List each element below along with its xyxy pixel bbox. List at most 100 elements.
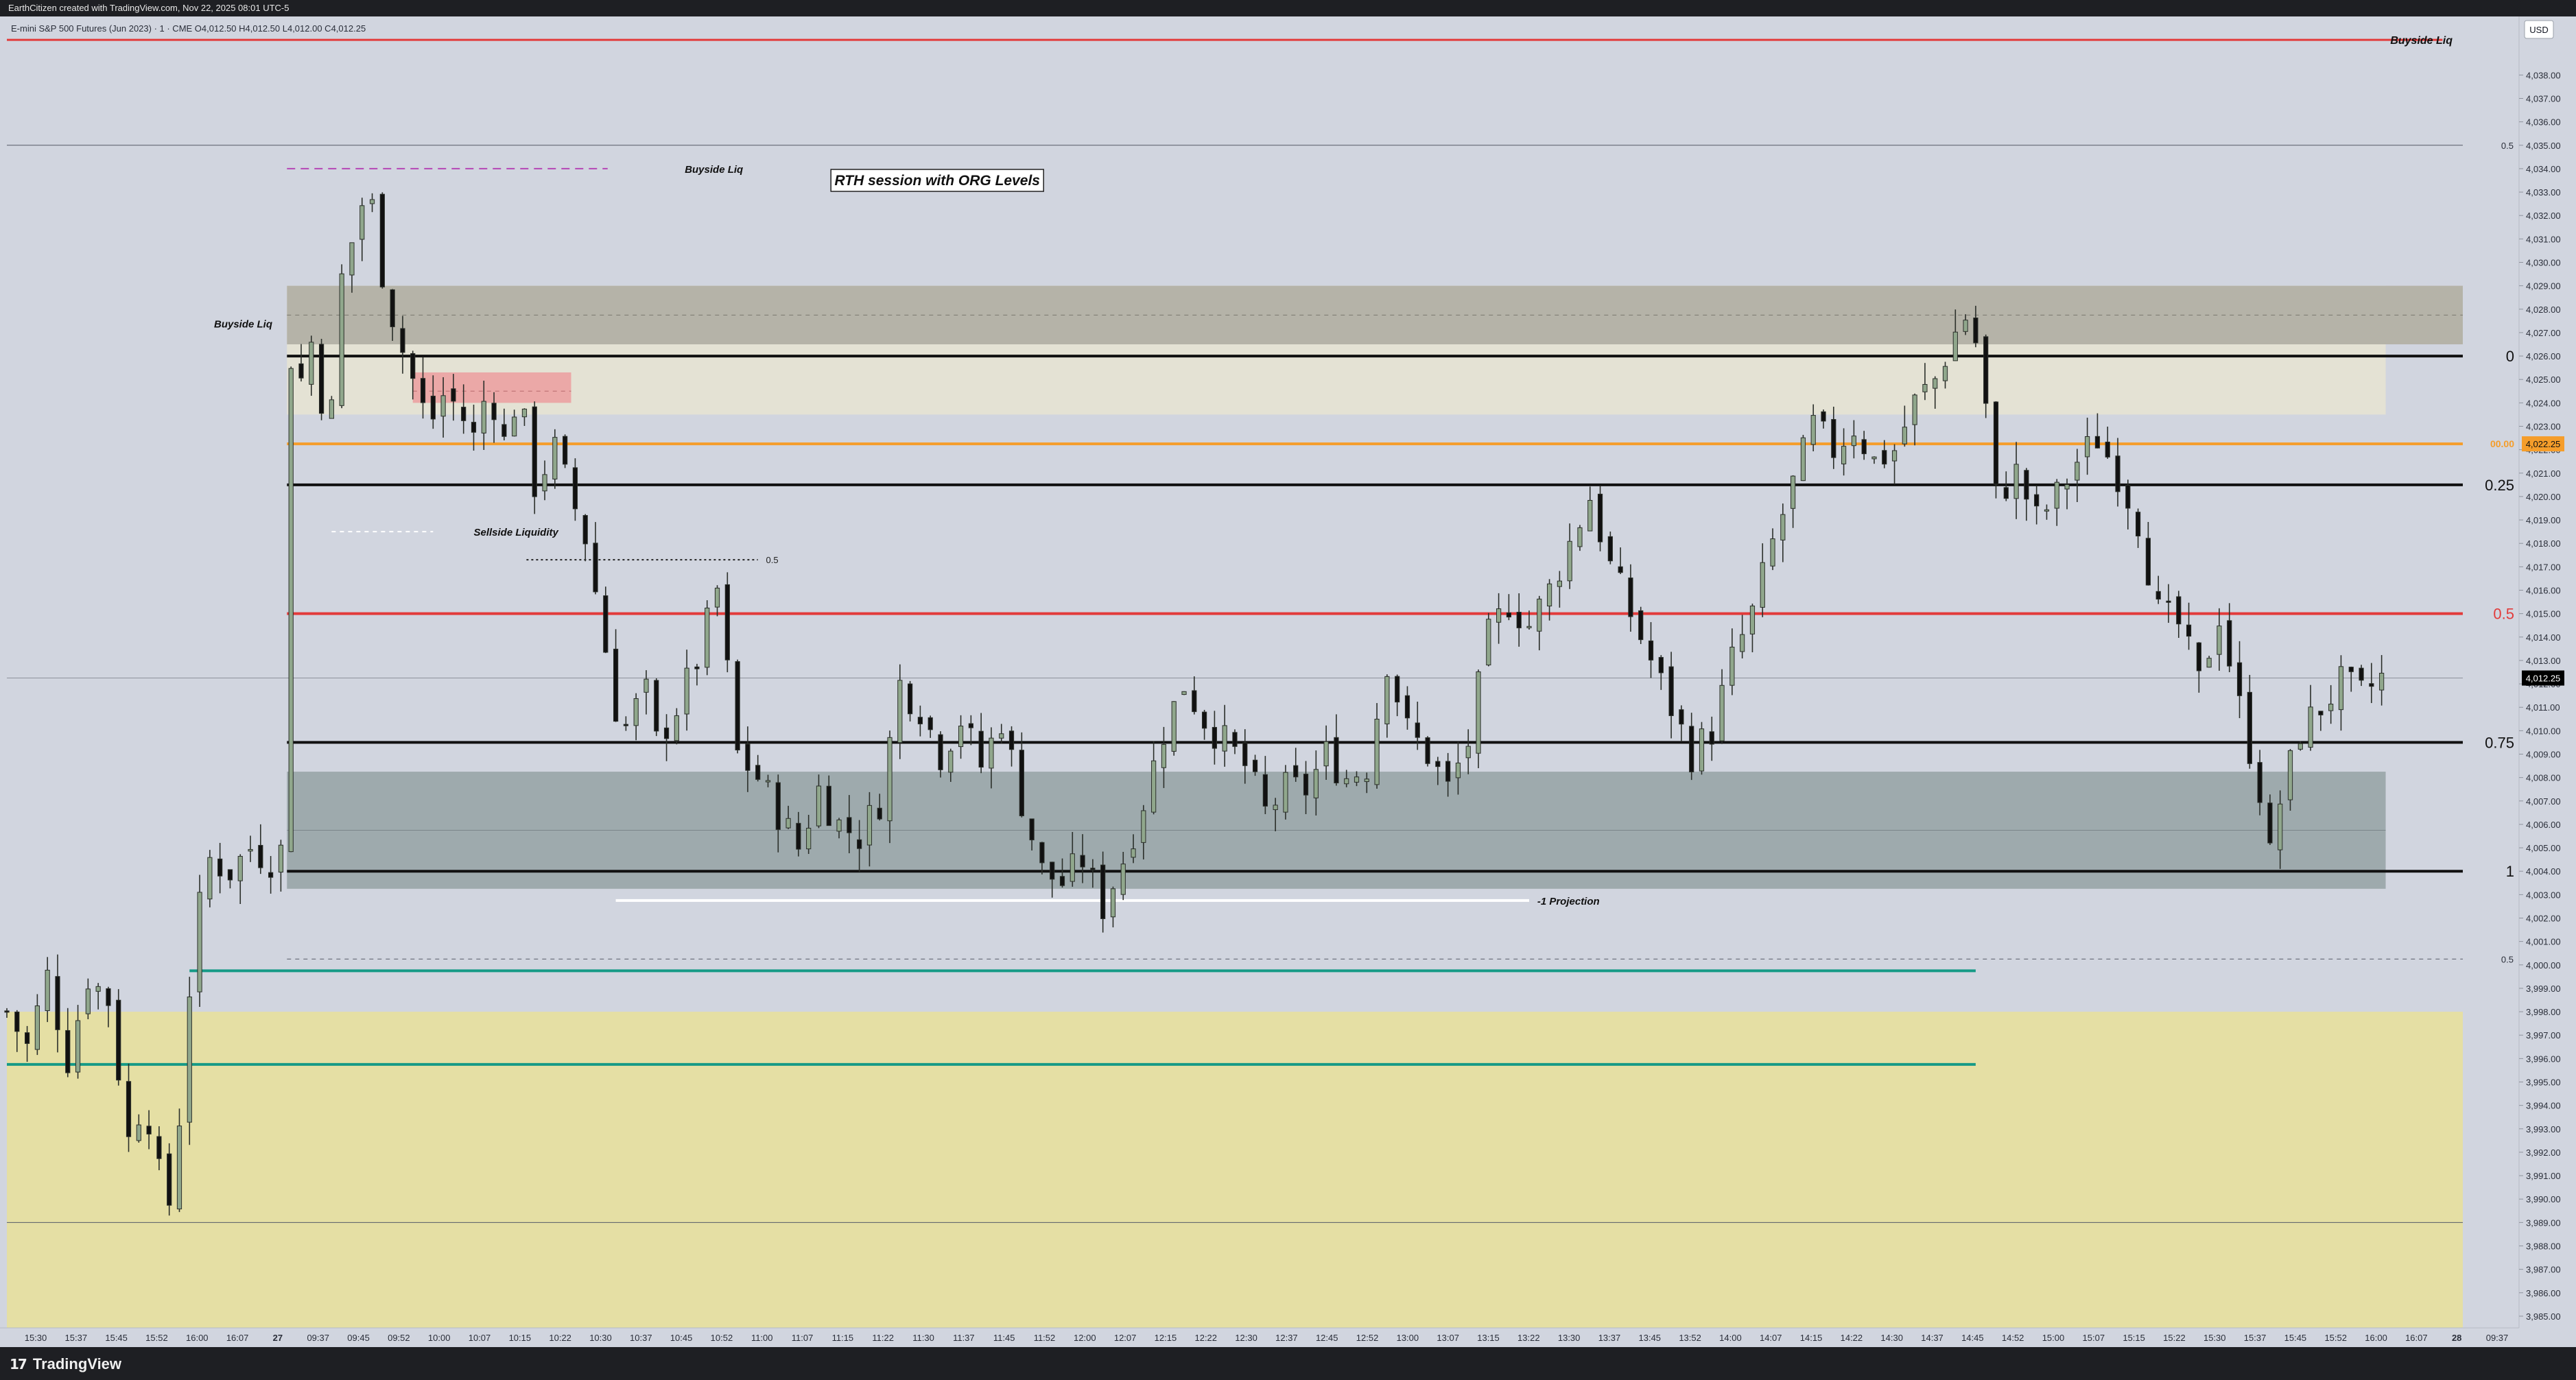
time-tick-label: 10:30 xyxy=(589,1333,612,1343)
price-tick-label: 4,016.00 xyxy=(2526,586,2561,596)
price-tick-label: 4,005.00 xyxy=(2526,843,2561,853)
price-tick-label: 3,989.00 xyxy=(2526,1217,2561,1228)
candle-bearish xyxy=(1668,666,1674,716)
candle-bearish xyxy=(2125,484,2131,509)
candle-bullish xyxy=(1952,331,1958,361)
time-tick-label: 12:30 xyxy=(1235,1333,1257,1343)
candle-bullish xyxy=(1455,762,1461,778)
candle-bearish xyxy=(663,727,670,739)
candle-bearish xyxy=(1080,855,1085,868)
time-tick-label: 11:30 xyxy=(912,1333,934,1343)
time-tick-label: 15:37 xyxy=(2244,1333,2267,1343)
candle-bullish xyxy=(1141,810,1146,843)
candle-bullish xyxy=(948,750,954,773)
price-tick-label: 4,029.00 xyxy=(2526,281,2561,292)
price-tick-label: 4,017.00 xyxy=(2526,562,2561,572)
price-tick-label: 4,020.00 xyxy=(2526,492,2561,502)
candle-bearish xyxy=(106,988,111,1006)
candle-bullish xyxy=(176,1126,182,1210)
tradingview-logo[interactable]: 17 TradingView xyxy=(10,1355,121,1373)
candle-bearish xyxy=(2186,624,2192,637)
candle-bullish xyxy=(633,698,639,726)
candle-bullish xyxy=(1344,778,1349,785)
candle-bearish xyxy=(2003,487,2009,499)
candle-bearish xyxy=(755,765,761,780)
mid-half-label: 0.5 xyxy=(766,555,779,565)
price-chart[interactable]: Buyside Liq Buyside Liq Buyside Liq Sellsid… xyxy=(0,16,2576,1347)
price-tick-label: 4,006.00 xyxy=(2526,820,2561,830)
candle-bullish xyxy=(359,205,365,240)
candle-bearish xyxy=(877,807,882,820)
candle-bullish xyxy=(2075,462,2080,481)
price-tick-label: 4,001.00 xyxy=(2526,937,2561,947)
price-tick-label: 4,035.00 xyxy=(2526,141,2561,151)
candle-bullish xyxy=(1567,540,1572,582)
time-tick-label: 13:22 xyxy=(1517,1333,1540,1343)
candle-bearish xyxy=(1232,732,1238,747)
candle-bearish xyxy=(2227,620,2232,667)
candle-bearish xyxy=(927,717,933,730)
candle-bearish xyxy=(4,1010,10,1013)
org-level-label: 1 xyxy=(2506,863,2514,880)
candle-bearish xyxy=(1090,868,1096,870)
candle-bullish xyxy=(1120,864,1126,895)
candle-bearish xyxy=(1821,411,1826,422)
candle-bearish xyxy=(1293,765,1299,778)
candle-bearish xyxy=(694,666,700,669)
candle-bullish xyxy=(1699,728,1705,772)
price-tick-label: 3,987.00 xyxy=(2526,1265,2561,1275)
candle-bullish xyxy=(1871,456,1877,460)
price-tick-label: 4,002.00 xyxy=(2526,914,2561,924)
price-tick-label: 4,004.00 xyxy=(2526,866,2561,877)
time-tick-label: 12:07 xyxy=(1114,1333,1137,1343)
time-tick-label: 10:52 xyxy=(711,1333,733,1343)
price-tick-label: 4,030.00 xyxy=(2526,258,2561,268)
candle-bearish xyxy=(2145,538,2151,586)
candle-bullish xyxy=(288,368,294,853)
candle-bullish xyxy=(1161,743,1167,768)
time-tick-label: 15:15 xyxy=(2123,1333,2145,1343)
time-tick-label: 11:15 xyxy=(832,1333,854,1343)
price-tick-label: 3,985.00 xyxy=(2526,1311,2561,1322)
candle-bullish xyxy=(1283,772,1288,813)
price-tick-label: 4,000.00 xyxy=(2526,960,2561,971)
candle-bullish xyxy=(1151,760,1157,813)
candle-bearish xyxy=(410,353,416,379)
time-tick-label: 14:52 xyxy=(2002,1333,2024,1343)
time-tick-label: 15:00 xyxy=(2042,1333,2065,1343)
price-tick-label: 3,993.00 xyxy=(2526,1124,2561,1134)
time-tick-label: 09:52 xyxy=(388,1333,410,1343)
candle-bullish xyxy=(1171,701,1177,752)
candle-bullish xyxy=(542,474,547,492)
price-tick-label: 4,027.00 xyxy=(2526,328,2561,338)
time-tick-label: 16:00 xyxy=(2365,1333,2387,1343)
branding-footer: 17 TradingView xyxy=(0,1347,2576,1380)
candle-bullish xyxy=(1729,646,1735,686)
org-level-label: 0 xyxy=(2506,348,2514,365)
org-level-label: 0.75 xyxy=(2485,734,2514,751)
candle-bearish xyxy=(1607,536,1613,562)
time-tick-label: 10:22 xyxy=(549,1333,571,1343)
candle-bullish xyxy=(1110,888,1116,918)
price-tick-label: 3,988.00 xyxy=(2526,1241,2561,1252)
candle-bullish xyxy=(2338,666,2344,711)
candle-bullish xyxy=(481,401,486,433)
candle-bullish xyxy=(2379,672,2385,691)
candle-bullish xyxy=(552,437,558,479)
order-block xyxy=(412,372,571,403)
candle-bearish xyxy=(968,723,973,728)
candle-bullish xyxy=(1912,394,1917,425)
candle-bearish xyxy=(2348,667,2354,672)
time-tick-label: 14:07 xyxy=(1760,1333,1782,1343)
candle-bearish xyxy=(55,976,60,1030)
candle-bullish xyxy=(278,844,284,873)
candle-bearish xyxy=(847,817,852,833)
candle-bearish xyxy=(1202,711,1207,729)
candle-bullish xyxy=(1577,527,1583,547)
candle-bearish xyxy=(2136,512,2141,536)
candle-bearish xyxy=(501,424,507,437)
candle-bearish xyxy=(2115,455,2120,492)
candle-bullish xyxy=(765,780,771,783)
candle-bearish xyxy=(826,785,831,826)
time-tick-label: 12:45 xyxy=(1316,1333,1338,1343)
